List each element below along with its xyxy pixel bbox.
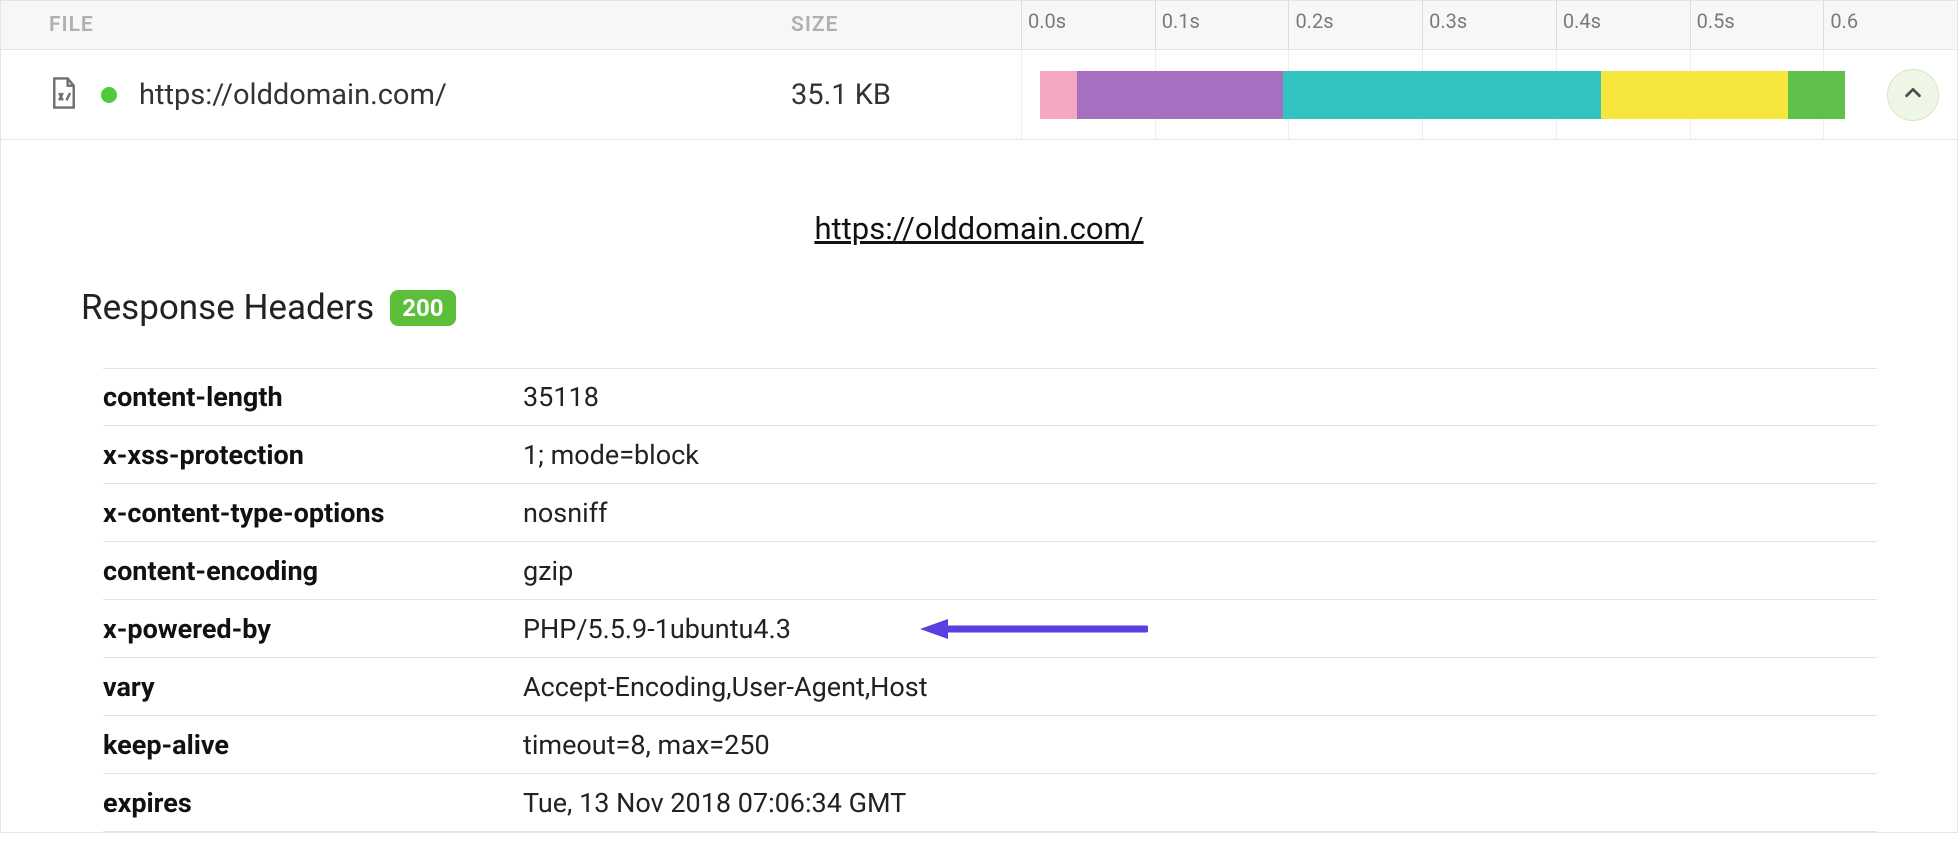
detail-url-link[interactable]: https://olddomain.com/ [81, 210, 1877, 247]
headers-table: content-length35118x-xss-protection1; mo… [103, 368, 1877, 832]
header-name: keep-alive [103, 729, 523, 761]
time-tick-label: 0.4s [1563, 9, 1601, 33]
header-value: timeout=8, max=250 [523, 729, 770, 761]
table-header: FILE SIZE 0.0s 0.1s 0.2s 0.3s 0.4s 0.5s 0.6 [0, 0, 1958, 50]
request-row[interactable]: https://olddomain.com/ 35.1 KB [0, 50, 1958, 140]
timing-segment-purple [1077, 71, 1283, 119]
time-tick-label: 0.2s [1295, 9, 1333, 33]
header-value: nosniff [523, 497, 608, 529]
header-name: vary [103, 671, 523, 703]
column-size-label: SIZE [791, 13, 838, 37]
time-tick-label: 0.0s [1028, 9, 1066, 33]
header-value: gzip [523, 555, 573, 587]
time-tick-label: 0.3s [1429, 9, 1467, 33]
column-file-label: FILE [49, 13, 94, 37]
time-tick-label: 0.5s [1697, 9, 1735, 33]
waterfall-cell [1021, 50, 1957, 139]
collapse-button[interactable] [1887, 69, 1939, 121]
header-value: 35118 [523, 381, 599, 413]
header-name: content-encoding [103, 555, 523, 587]
header-name: x-xss-protection [103, 439, 523, 471]
timing-segment-yellow [1601, 71, 1788, 119]
status-badge: 200 [390, 290, 455, 326]
header-name: expires [103, 787, 523, 819]
header-row: content-encodinggzip [103, 542, 1877, 600]
timing-bar [1021, 71, 1957, 119]
response-headers-title: Response Headers 200 [81, 287, 1877, 328]
file-icon [49, 76, 79, 114]
header-name: x-powered-by [103, 613, 523, 645]
waterfall-header: 0.0s 0.1s 0.2s 0.3s 0.4s 0.5s 0.6 [1021, 1, 1957, 49]
request-url: https://olddomain.com/ [139, 78, 447, 112]
header-row: x-powered-byPHP/5.5.9-1ubuntu4.3 [103, 600, 1877, 658]
status-dot-icon [101, 87, 117, 103]
header-name: x-content-type-options [103, 497, 523, 529]
header-row: expiresTue, 13 Nov 2018 07:06:34 GMT [103, 774, 1877, 832]
header-row: content-length35118 [103, 368, 1877, 426]
header-value: 1; mode=block [523, 439, 699, 471]
timing-segment-green [1788, 71, 1844, 119]
arrow-annotation-icon [918, 617, 1148, 641]
time-tick-label: 0.6 [1830, 9, 1858, 33]
chevron-up-icon [1902, 82, 1924, 108]
request-size: 35.1 KB [791, 78, 891, 112]
header-value: Tue, 13 Nov 2018 07:06:34 GMT [523, 787, 906, 819]
header-row: varyAccept-Encoding,User-Agent,Host [103, 658, 1877, 716]
time-tick-label: 0.1s [1162, 9, 1200, 33]
header-row: keep-alivetimeout=8, max=250 [103, 716, 1877, 774]
details-panel: https://olddomain.com/ Response Headers … [0, 140, 1958, 833]
timing-segment-teal [1283, 71, 1601, 119]
header-value: PHP/5.5.9-1ubuntu4.3 [523, 613, 791, 645]
header-name: content-length [103, 381, 523, 413]
header-value: Accept-Encoding,User-Agent,Host [523, 671, 928, 703]
timing-segment-pink [1040, 71, 1077, 119]
header-row: x-content-type-optionsnosniff [103, 484, 1877, 542]
header-row: x-xss-protection1; mode=block [103, 426, 1877, 484]
